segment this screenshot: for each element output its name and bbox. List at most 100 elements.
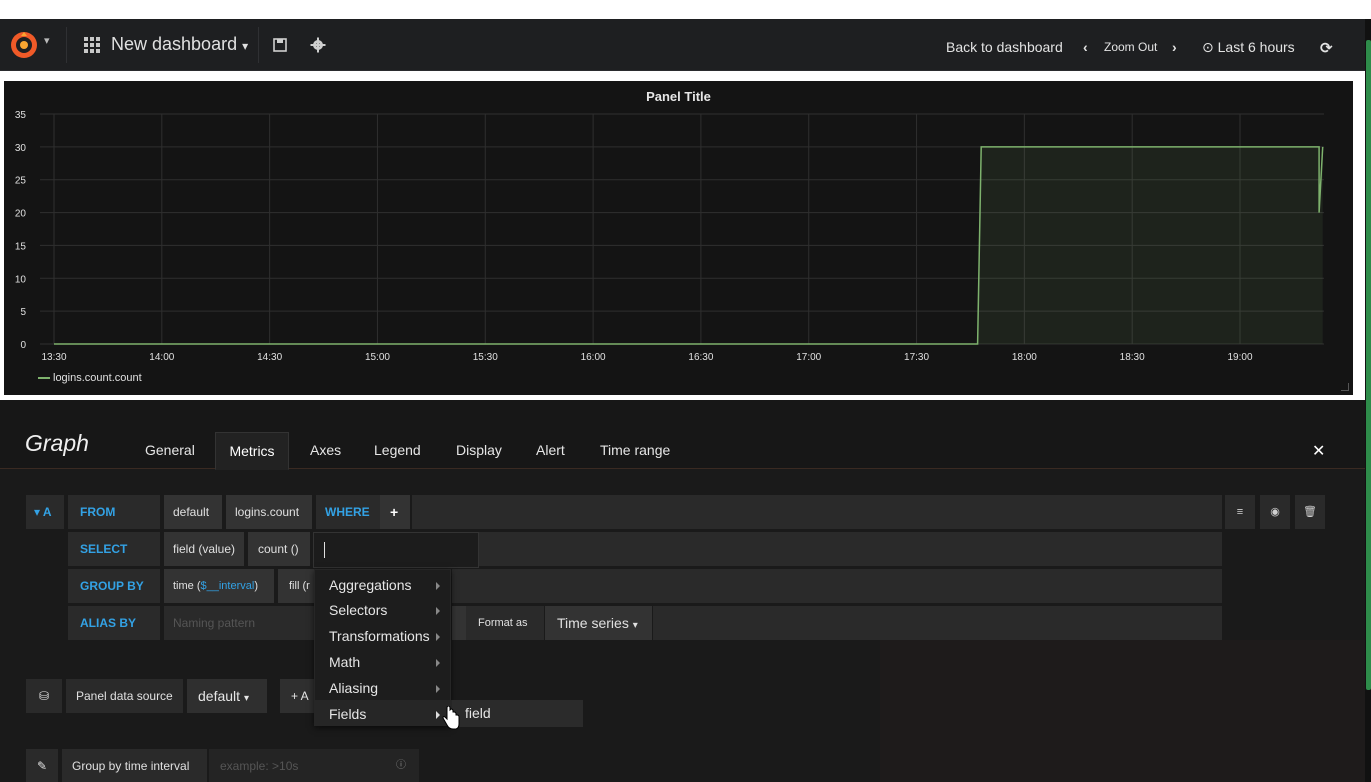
dropdown-item-transformations[interactable]: Transformations: [329, 628, 430, 644]
retention-policy-segment[interactable]: default: [164, 495, 222, 529]
time-picker-button[interactable]: ⊙ Last 6 hours: [1202, 39, 1295, 56]
x-tick-label: 14:00: [149, 352, 174, 363]
alias-row-filler: [653, 606, 1222, 640]
eye-icon[interactable]: ◉: [1260, 495, 1290, 529]
time-range-text: Last 6 hours: [1217, 39, 1295, 55]
submenu-arrow-icon: [436, 685, 440, 693]
where-add-button[interactable]: +: [380, 495, 410, 529]
query-ref-toggle[interactable]: ▾ A: [26, 495, 64, 529]
zoom-out-button[interactable]: Zoom Out: [1104, 40, 1157, 54]
x-tick-label: 16:00: [581, 352, 606, 363]
dropdown-item-selectors[interactable]: Selectors: [329, 602, 387, 618]
y-tick-label: 10: [15, 274, 27, 285]
query-alias-row: ALIAS BY: [68, 606, 160, 640]
select-label: SELECT: [80, 542, 128, 556]
x-tick-label: 17:30: [904, 352, 929, 363]
y-tick-label: 0: [20, 340, 26, 351]
x-tick-label: 15:30: [473, 352, 498, 363]
tab-axes[interactable]: Axes: [310, 442, 341, 458]
group-time-segment[interactable]: time ($__interval): [164, 569, 274, 603]
x-tick-label: 18:30: [1120, 352, 1145, 363]
group-interval-input[interactable]: example: >10s: [209, 749, 419, 782]
x-tick-label: 16:30: [688, 352, 713, 363]
alias-label: ALIAS BY: [80, 616, 137, 630]
format-as-select[interactable]: Time series ▾: [545, 606, 652, 640]
x-tick-label: 18:00: [1012, 352, 1037, 363]
logo-caret-icon[interactable]: ▾: [44, 34, 50, 47]
submenu-item-field[interactable]: field: [465, 705, 491, 721]
grafana-logo-icon[interactable]: [8, 30, 40, 60]
x-tick-label: 19:00: [1227, 352, 1252, 363]
submenu-arrow-icon: [436, 582, 440, 590]
datasource-label: Panel data source: [66, 679, 183, 713]
dropdown-item-math[interactable]: Math: [329, 654, 360, 670]
dropdown-item-aliasing[interactable]: Aliasing: [329, 680, 378, 696]
hand-pointer-cursor-icon: [442, 706, 460, 730]
close-icon[interactable]: ✕: [1312, 441, 1325, 461]
legend-swatch: [38, 377, 50, 380]
y-tick-label: 5: [20, 307, 26, 318]
format-as-value: Time series: [557, 615, 629, 631]
select-row-filler: [479, 532, 1222, 566]
tab-time-range[interactable]: Time range: [600, 442, 670, 458]
tab-metrics-label: Metrics: [229, 443, 275, 459]
tab-metrics[interactable]: Metrics: [215, 432, 289, 470]
dashboard-grid-icon[interactable]: [84, 37, 102, 53]
tab-legend[interactable]: Legend: [374, 442, 421, 458]
add-query-button[interactable]: + A: [280, 679, 314, 713]
editor-title: Graph: [25, 430, 89, 456]
back-to-dashboard-button[interactable]: Back to dashboard: [946, 39, 1063, 55]
panel-resize-handle[interactable]: [1341, 383, 1349, 391]
trash-icon[interactable]: 🗑: [1295, 495, 1325, 529]
dropdown-item-aggregations[interactable]: Aggregations: [329, 577, 412, 593]
submenu-arrow-icon: [436, 711, 440, 719]
select-func-segment[interactable]: count (): [248, 532, 310, 566]
graph-chart: 0 5 10 15 20 25 30 35 13:30 14:00 14:30 15:00 15:30 1…: [15, 110, 1324, 363]
hamburger-menu-icon[interactable]: ≡: [1225, 495, 1255, 529]
nav-divider: [258, 27, 259, 63]
legend-item[interactable]: logins.count.count: [38, 372, 142, 384]
refresh-icon[interactable]: ⟳: [1320, 39, 1333, 57]
datasource-value: default: [198, 688, 241, 704]
editor-header: Graph General Metrics Axes Legend Displa…: [0, 400, 1365, 470]
select-add-input[interactable]: [313, 532, 479, 568]
tab-general[interactable]: General: [145, 442, 195, 458]
alias-spacer: [452, 606, 466, 640]
select-field-segment[interactable]: field (value): [164, 532, 244, 566]
gear-icon[interactable]: [309, 36, 327, 54]
tab-alert[interactable]: Alert: [536, 442, 565, 458]
wrench-icon: ✎: [26, 749, 58, 782]
plus-icon: +: [390, 504, 399, 520]
group-fill-segment[interactable]: fill (r: [278, 569, 314, 603]
dashboard-title-text: New dashboard: [111, 34, 238, 54]
save-icon[interactable]: [271, 36, 289, 54]
database-icon: ⛁: [26, 679, 62, 713]
y-tick-label: 25: [15, 176, 27, 187]
dashboard-title[interactable]: New dashboard ▾: [111, 34, 248, 55]
group-time-prefix: time (: [173, 580, 201, 592]
chevron-left-icon[interactable]: ‹: [1083, 39, 1088, 55]
alias-input[interactable]: Naming pattern: [164, 606, 314, 640]
function-dropdown: Aggregations Selectors Transformations M…: [314, 569, 452, 726]
datasource-select[interactable]: default ▾: [187, 679, 267, 713]
info-icon[interactable]: ⓘ: [396, 749, 414, 782]
submenu-arrow-icon: [436, 633, 440, 641]
query-from-row: FROM: [68, 495, 160, 529]
x-tick-label: 17:00: [796, 352, 821, 363]
legend-label: logins.count.count: [53, 372, 142, 384]
dropdown-item-fields[interactable]: Fields: [329, 706, 366, 722]
query-row-filler: [412, 495, 1222, 529]
where-segment[interactable]: WHERE: [316, 495, 380, 529]
from-label: FROM: [80, 505, 116, 519]
clock-icon: ⊙: [1202, 39, 1214, 55]
chevron-down-icon: ▾: [242, 39, 249, 53]
top-navbar: ▾ New dashboard ▾ Back to dashboard ‹ Zo…: [0, 19, 1365, 71]
group-time-suffix: ): [254, 580, 258, 592]
measurement-segment[interactable]: logins.count: [226, 495, 312, 529]
submenu-arrow-icon: [436, 659, 440, 667]
y-tick-label: 35: [15, 110, 27, 121]
chevron-right-icon[interactable]: ›: [1172, 39, 1177, 55]
graph-panel: Panel Title 0 5 10 15 20 25 30 35 13:30 14:00 14:3…: [4, 81, 1353, 395]
tab-display[interactable]: Display: [456, 442, 502, 458]
page-scrollbar-thumb[interactable]: [1366, 40, 1371, 690]
